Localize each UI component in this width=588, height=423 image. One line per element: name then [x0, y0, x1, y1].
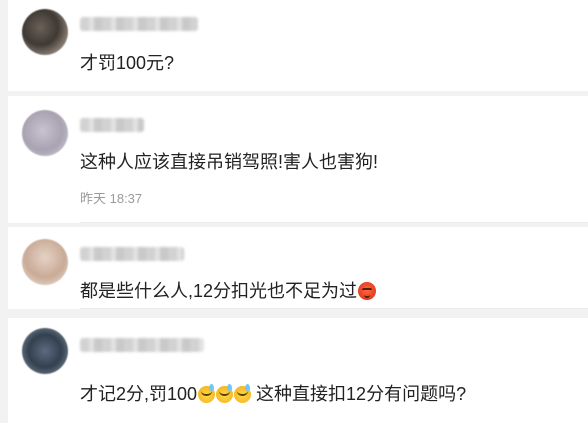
- comment-timestamp: 昨天 18:37: [80, 191, 143, 206]
- divider: [80, 308, 588, 309]
- comment-text: 都是些什么人,12分扣光也不足为过: [80, 279, 578, 303]
- comment-body: 才罚100元?: [80, 53, 175, 73]
- comment-card: 才记2分,罚100 这种直接扣12分有问题吗?: [8, 318, 588, 423]
- sweat-smile-icon: [215, 384, 233, 403]
- divider: [80, 222, 588, 223]
- avatar[interactable]: [22, 9, 68, 55]
- comment-body: 都是些什么人,12分扣光也不足为过: [80, 281, 358, 301]
- username-blurred[interactable]: [80, 17, 198, 31]
- comment-card: 才罚100元?: [8, 0, 588, 91]
- comment-body-start: 才记2分,罚100: [80, 384, 198, 404]
- username-blurred[interactable]: [80, 338, 204, 352]
- avatar[interactable]: [22, 110, 68, 156]
- comment-body-end: 这种直接扣12分有问题吗?: [251, 384, 467, 404]
- avatar[interactable]: [22, 328, 68, 374]
- comment-feed: 才罚100元? 这种人应该直接吊销驾照!害人也害狗! 昨天 18:37 都是些什…: [0, 0, 588, 423]
- username-blurred[interactable]: [80, 118, 144, 132]
- avatar[interactable]: [22, 239, 68, 285]
- sweat-smile-icon: [197, 384, 215, 403]
- username-blurred[interactable]: [80, 247, 184, 261]
- comment-text: 才罚100元?: [80, 51, 578, 75]
- comment-card: 都是些什么人,12分扣光也不足为过: [8, 227, 588, 309]
- comment-text: 才记2分,罚100 这种直接扣12分有问题吗?: [80, 382, 578, 406]
- comment-body: 这种人应该直接吊销驾照!害人也害狗!: [80, 152, 379, 172]
- comment-card: 这种人应该直接吊销驾照!害人也害狗! 昨天 18:37: [8, 96, 588, 223]
- angry-face-icon: [358, 282, 377, 300]
- comment-text: 这种人应该直接吊销驾照!害人也害狗!: [80, 150, 578, 174]
- sweat-smile-icon: [233, 384, 251, 403]
